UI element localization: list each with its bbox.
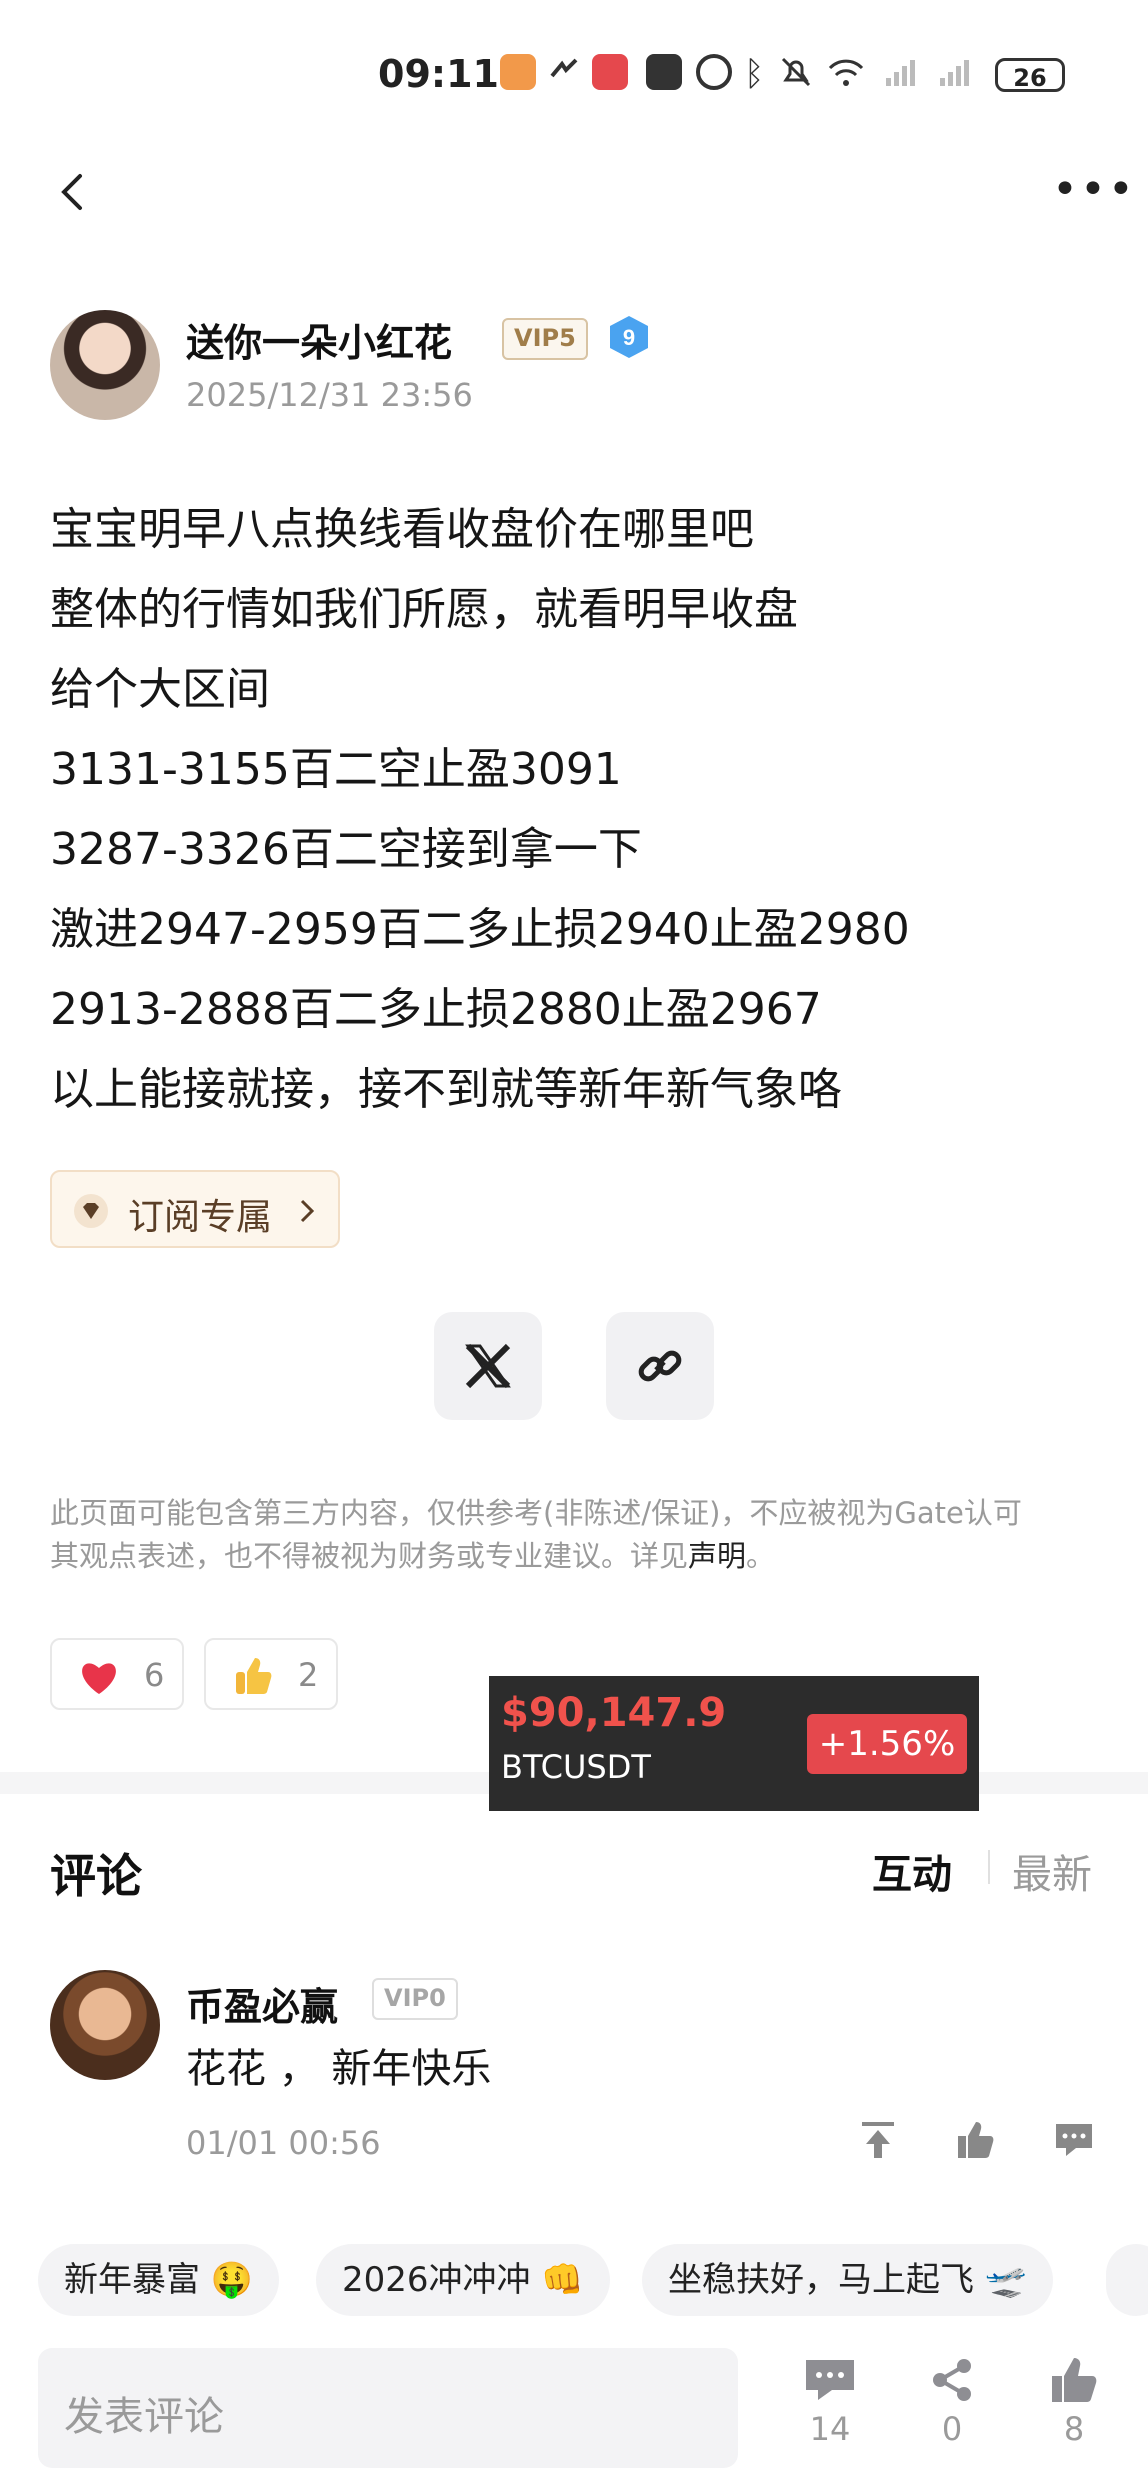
quick-reply-chip[interactable]: 新年暴富 🤑 (38, 2244, 280, 2316)
share-count-button[interactable]: 0 (912, 2356, 992, 2448)
alarm-icon (696, 54, 732, 90)
bluetooth-icon: ᛒ (744, 54, 765, 94)
post-line: 给个大区间 (50, 664, 270, 715)
hexagon-badge-icon: 9 (610, 316, 648, 358)
thumb-reaction-button[interactable]: 2 (204, 1638, 338, 1710)
ticker-change: +1.56% (807, 1714, 967, 1774)
commenter-avatar[interactable] (50, 1970, 160, 2080)
quick-reply-chip[interactable]: 坐稳扶好，马上起飞 🛫 (642, 2244, 1054, 2316)
author-name[interactable]: 送你一朵小红花 (186, 312, 452, 367)
heart-count: 6 (144, 1656, 165, 1694)
vip-badge: VIP5 (502, 318, 588, 360)
comment-input[interactable]: 发表评论 (38, 2348, 738, 2468)
tab-latest[interactable]: 最新 (1012, 1842, 1092, 1900)
share-x-button[interactable] (434, 1312, 542, 1420)
comment-placeholder: 发表评论 (64, 2394, 224, 2440)
diamond-icon (74, 1194, 108, 1228)
comments-count-button[interactable]: 14 (790, 2356, 870, 2448)
post-timestamp: 2025/12/31 23:56 (186, 376, 473, 414)
post-line: 激进2947-2959百二多止损2940止盈2980 (50, 904, 910, 955)
like-count-button[interactable]: 8 (1034, 2356, 1114, 2448)
quick-reply-chip[interactable]: 2026冲冲冲 👊 (316, 2244, 610, 2316)
thumbs-up-icon (1052, 2358, 1097, 2402)
signal-icon-2 (936, 54, 972, 90)
thumb-count: 2 (298, 1656, 319, 1694)
link-icon (546, 54, 582, 90)
battery-indicator: 26 (995, 58, 1065, 92)
statement-link[interactable]: 声明 (688, 1539, 746, 1573)
like-count: 8 (1063, 2410, 1085, 2448)
back-button[interactable] (52, 170, 96, 214)
ticker-symbol: BTCUSDT (501, 1748, 651, 1786)
comments-title: 评论 (50, 1849, 142, 1903)
author-avatar[interactable] (50, 310, 160, 420)
comment-bubble-icon (806, 2360, 854, 2400)
quick-reply-chip-partial[interactable] (1106, 2244, 1148, 2316)
heart-reaction-button[interactable]: 6 (50, 1638, 184, 1710)
price-ticker[interactable]: $90,147.9 BTCUSDT +1.56% (489, 1676, 979, 1811)
share-count: 0 (941, 2410, 963, 2448)
signal-icon-1 (882, 54, 918, 90)
post-line: 3131-3155百二空止盈3091 (50, 744, 622, 795)
link-icon (638, 1350, 682, 1382)
chevron-right-icon (300, 1199, 315, 1223)
subscribe-exclusive-button[interactable]: 订阅专属 (50, 1170, 340, 1248)
post-line: 以上能接就接，接不到就等新年新气象咯 (50, 1064, 842, 1115)
comments-count: 14 (809, 2410, 851, 2448)
tab-divider (988, 1850, 990, 1884)
comment-bubble-icon (1056, 2124, 1092, 2156)
book-notification-icon (592, 54, 628, 90)
commenter-vip-badge: VIP0 (372, 1978, 458, 2020)
mute-icon (778, 54, 814, 90)
status-bar: 09:11 ᛒ 26 (0, 0, 1148, 150)
tab-interaction[interactable]: 互动 (872, 1842, 952, 1900)
comment-timestamp: 01/01 00:56 (186, 2124, 381, 2162)
thumbs-up-icon (958, 2122, 994, 2158)
subscribe-label: 订阅专属 (128, 1197, 273, 1238)
svg-text:9: 9 (623, 325, 635, 350)
status-time: 09:11 (378, 52, 499, 96)
share-icon (933, 2359, 971, 2401)
heart-icon (82, 1663, 116, 1694)
more-options-button[interactable]: ••• (1052, 168, 1136, 212)
comment-text: 花花 ， 新年快乐 (186, 2046, 492, 2092)
chevron-left-icon (61, 174, 82, 210)
ticker-price: $90,147.9 (501, 1690, 727, 1736)
pin-comment-button[interactable] (856, 2118, 900, 2162)
post-content: 宝宝明早八点换线看收盘价在哪里吧 整体的行情如我们所愿，就看明早收盘 给个大区间… (50, 490, 1110, 1130)
level-badge: 9 (608, 314, 650, 360)
arrow-up-icon (862, 2122, 894, 2158)
post-line: 宝宝明早八点换线看收盘价在哪里吧 (50, 504, 754, 555)
commenter-name[interactable]: 币盈必赢 (186, 1976, 338, 2031)
thumbs-up-icon (236, 1658, 272, 1694)
post-line: 3287-3326百二空接到拿一下 (50, 824, 642, 875)
like-comment-button[interactable] (954, 2118, 998, 2162)
post-line: 整体的行情如我们所愿，就看明早收盘 (50, 584, 798, 635)
wifi-icon (826, 54, 864, 90)
nfc-icon (646, 54, 682, 90)
post-line: 2913-2888百二多止损2880止盈2967 (50, 984, 822, 1035)
copy-link-button[interactable] (606, 1312, 714, 1420)
x-logo-icon (465, 1343, 511, 1389)
reply-comment-button[interactable] (1052, 2118, 1096, 2162)
app-notification-icon (500, 54, 536, 90)
disclaimer-text: 此页面可能包含第三方内容，仅供参考(非陈述/保证)，不应被视为Gate认可 其观… (50, 1496, 1022, 1573)
